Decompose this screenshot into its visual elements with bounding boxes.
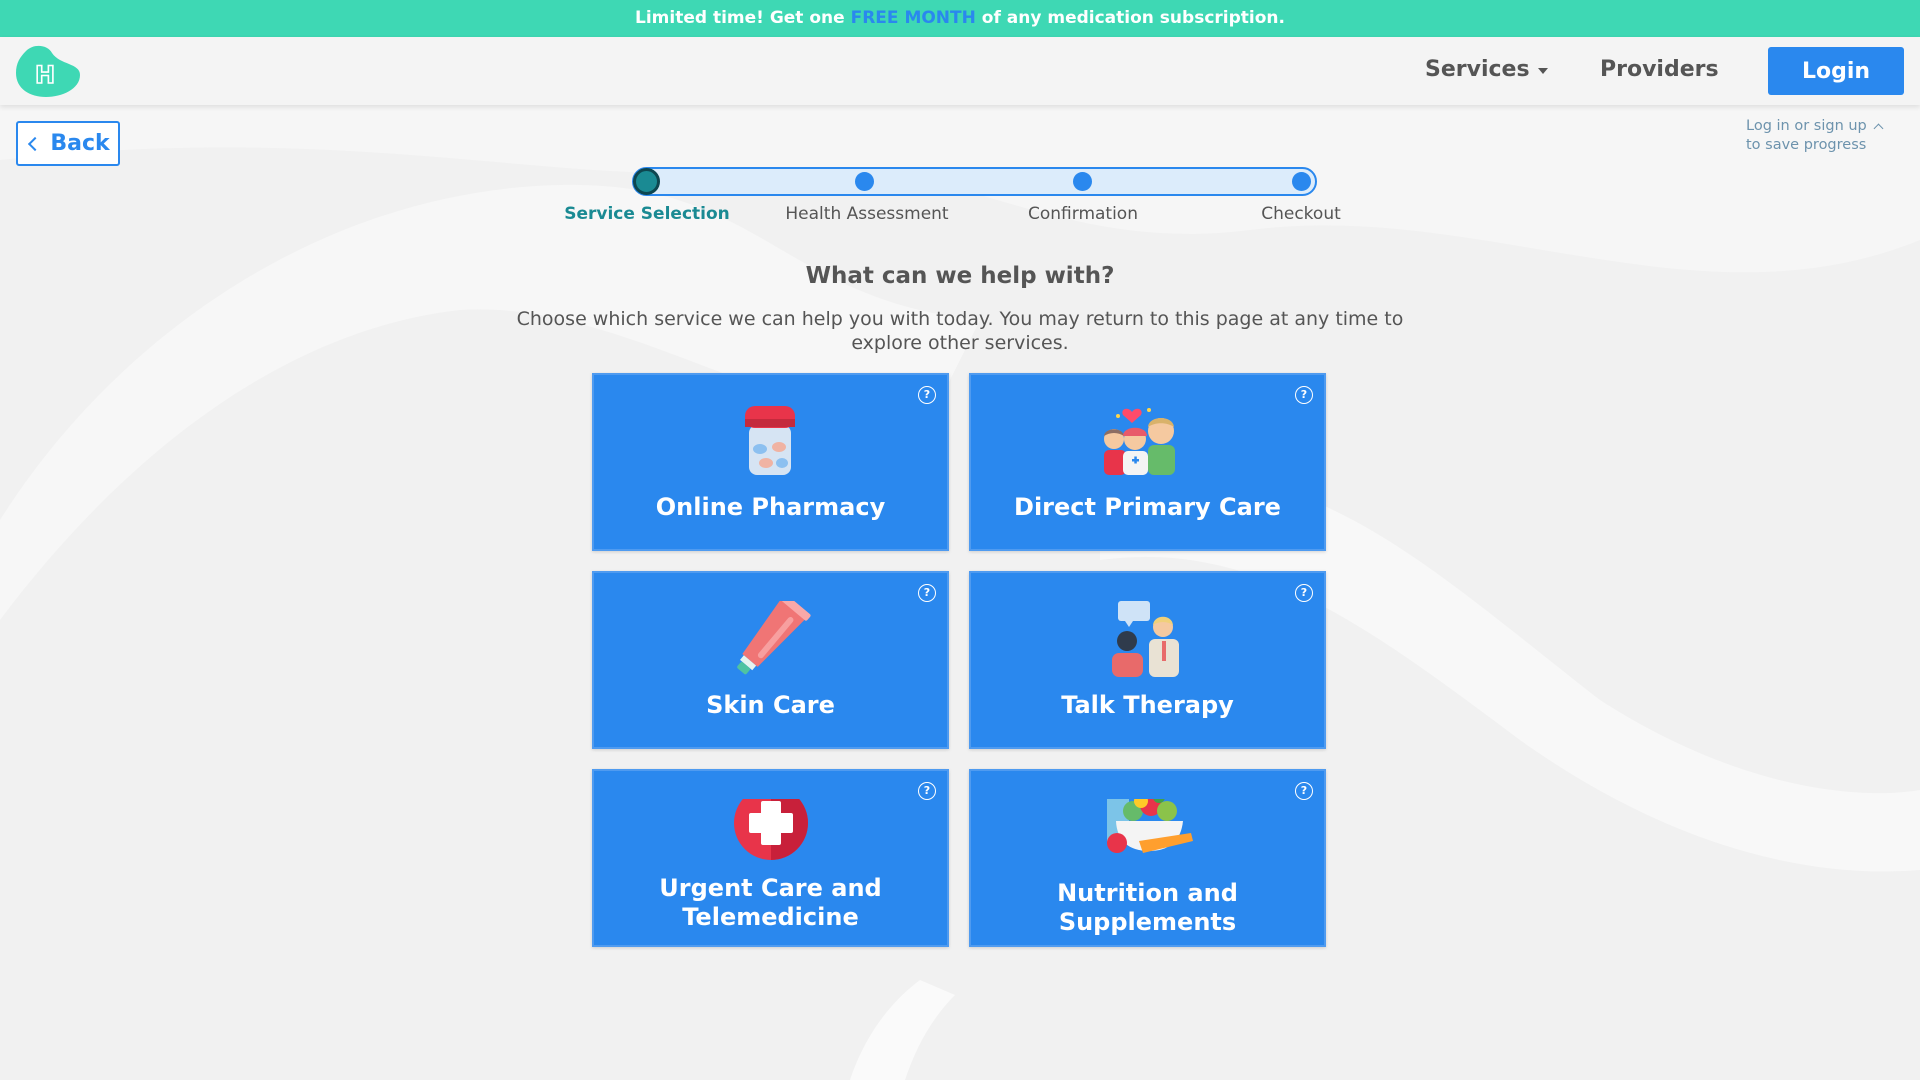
medical-cross-icon xyxy=(734,799,808,860)
nav-services-dropdown[interactable]: Services xyxy=(1425,57,1548,82)
save-progress-line2: to save progress xyxy=(1746,137,1867,153)
help-icon[interactable]: ? xyxy=(918,584,936,602)
login-button[interactable]: Login xyxy=(1768,47,1904,95)
service-card-label: Urgent Care and Telemedicine xyxy=(659,874,882,931)
cream-tube-icon xyxy=(737,601,811,675)
help-icon[interactable]: ? xyxy=(1295,584,1313,602)
nav-services-label: Services xyxy=(1425,57,1530,82)
service-card-direct-primary-care[interactable]: ? Direct Primary Care xyxy=(969,373,1326,551)
page-description: Choose which service we can help you wit… xyxy=(516,308,1404,354)
help-icon[interactable]: ? xyxy=(918,782,936,800)
step-label-health-assessment: Health Assessment xyxy=(785,204,949,224)
site-header: H Services Providers Login xyxy=(0,37,1920,105)
healthy-food-icon xyxy=(1107,799,1193,853)
caret-down-icon xyxy=(1537,68,1548,74)
service-card-nutrition[interactable]: ? Nutrition and Supplements xyxy=(969,769,1326,947)
back-label: Back xyxy=(50,131,110,156)
service-card-skin-care[interactable]: ? Skin Care xyxy=(592,571,949,749)
service-card-label: Direct Primary Care xyxy=(1014,493,1281,521)
promo-highlight: FREE MONTH xyxy=(850,8,976,28)
service-card-label: Talk Therapy xyxy=(1061,691,1234,719)
family-doctor-icon xyxy=(1104,408,1175,475)
help-icon[interactable]: ? xyxy=(1295,782,1313,800)
nav-providers-link[interactable]: Providers xyxy=(1600,57,1719,82)
step-label-service-selection: Service Selection xyxy=(564,204,730,224)
page-title: What can we help with? xyxy=(805,263,1115,289)
promo-text-after: of any medication subscription. xyxy=(975,8,1285,28)
save-progress-line1: Log in or sign up xyxy=(1746,118,1867,134)
step-dot-confirmation xyxy=(1073,172,1092,191)
service-card-urgent-care[interactable]: ? Urgent Care and Telemedicine xyxy=(592,769,949,947)
service-card-talk-therapy[interactable]: ? Talk Therapy xyxy=(969,571,1326,749)
promo-text-before: Limited time! Get one xyxy=(635,8,851,28)
help-icon[interactable]: ? xyxy=(918,386,936,404)
logo-letter: H xyxy=(35,61,55,89)
chevron-up-icon xyxy=(1873,123,1884,134)
step-label-confirmation: Confirmation xyxy=(1028,204,1138,224)
help-icon[interactable]: ? xyxy=(1295,386,1313,404)
service-card-label: Skin Care xyxy=(706,691,835,719)
step-dot-health-assessment xyxy=(855,172,874,191)
back-button[interactable]: Back xyxy=(16,121,120,166)
promo-banner: Limited time! Get one FREE MONTH of any … xyxy=(0,0,1920,37)
service-card-label: Nutrition and Supplements xyxy=(1057,879,1238,936)
brand-logo[interactable]: H xyxy=(14,43,82,99)
chevron-left-icon xyxy=(28,136,43,151)
therapy-session-icon xyxy=(1112,601,1179,677)
step-label-checkout: Checkout xyxy=(1261,204,1341,224)
save-progress-link[interactable]: Log in or sign up to save progress xyxy=(1746,117,1906,155)
pill-jar-icon xyxy=(745,406,795,475)
progress-stepper xyxy=(632,167,1317,196)
service-card-label: Online Pharmacy xyxy=(655,493,886,521)
step-dot-checkout xyxy=(1292,172,1311,191)
service-card-online-pharmacy[interactable]: ? Online Pharmacy xyxy=(592,373,949,551)
step-dot-service-selection xyxy=(633,168,660,195)
stepper-track xyxy=(632,167,1317,196)
background-decoration xyxy=(0,0,1920,1080)
